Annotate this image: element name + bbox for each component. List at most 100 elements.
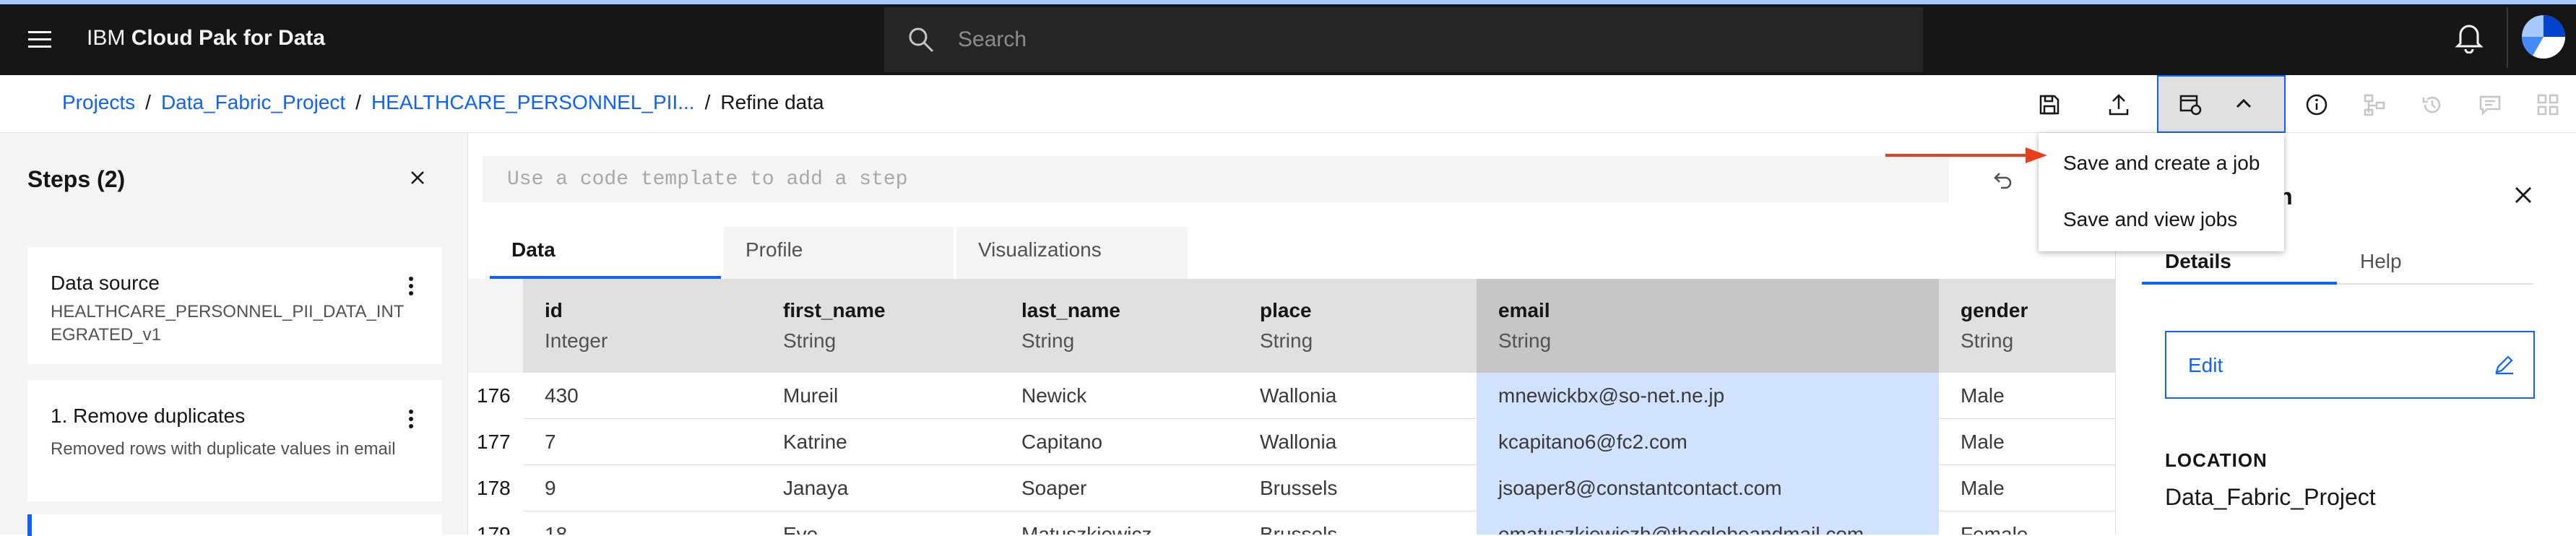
column-type: String: [1961, 329, 2014, 352]
annotation-arrow-icon: [1884, 144, 2050, 166]
row-number: 178: [468, 465, 523, 511]
product-brand[interactable]: IBM Cloud Pak for Data: [87, 26, 325, 51]
save-job-menu-button[interactable]: [2157, 75, 2286, 133]
table-cell[interactable]: Capitano: [1000, 419, 1238, 465]
column-name: id: [545, 299, 563, 321]
table-row[interactable]: 179 18 Eve Matuszkiewicz Brussels ematus…: [468, 511, 2115, 535]
undo-icon[interactable]: [1987, 163, 2015, 192]
save-job-dropdown: Save and create a job Save and view jobs: [2039, 133, 2284, 251]
step-title: Data source: [51, 272, 160, 294]
column-name: email: [1498, 299, 1550, 321]
column-header-email[interactable]: email String: [1477, 279, 1939, 373]
close-icon[interactable]: [405, 165, 431, 191]
column-header-gender[interactable]: gender String: [1939, 279, 2115, 373]
code-template-input[interactable]: [483, 156, 1949, 202]
table-cell[interactable]: Wallonia: [1238, 419, 1477, 465]
step-card-data-source[interactable]: Data source HEALTHCARE_PERSONNEL_PII_DAT…: [27, 247, 442, 364]
breadcrumb-projects[interactable]: Projects: [62, 91, 135, 113]
column-header-last-name[interactable]: last_name String: [1000, 279, 1238, 373]
export-icon[interactable]: [2102, 88, 2135, 121]
step-card-remove-duplicates[interactable]: 1. Remove duplicates Removed rows with d…: [27, 380, 442, 501]
comment-icon: [2473, 88, 2507, 121]
step-subtitle: HEALTHCARE_PERSONNEL_PII_DATA_INTEGRATED…: [51, 302, 405, 345]
column-type: String: [783, 329, 837, 352]
steps-title: Steps (2): [27, 166, 126, 192]
tab-data[interactable]: Data: [490, 227, 721, 279]
column-name: last_name: [1021, 299, 1120, 321]
notification-bell-icon[interactable]: [2455, 22, 2484, 53]
search-icon: [907, 26, 935, 53]
tab-profile[interactable]: Profile: [724, 227, 954, 279]
table-cell[interactable]: Soaper: [1000, 465, 1238, 511]
table-cell[interactable]: Katrine: [761, 419, 1000, 465]
column-type: String: [1260, 329, 1313, 352]
global-search[interactable]: [884, 7, 1923, 72]
table-cell[interactable]: Female: [1939, 511, 2115, 535]
row-number: 177: [468, 419, 523, 465]
info-icon[interactable]: [2300, 88, 2333, 121]
table-cell[interactable]: Newick: [1000, 373, 1238, 419]
tab-visualizations[interactable]: Visualizations: [956, 227, 1188, 279]
menu-item-save-and-view-jobs[interactable]: Save and view jobs: [2039, 192, 2284, 248]
table-cell[interactable]: 7: [523, 419, 761, 465]
table-cell[interactable]: Brussels: [1238, 511, 1477, 535]
column-type: Integer: [545, 329, 608, 352]
user-avatar[interactable]: [2520, 12, 2567, 62]
table-cell[interactable]: kcapitano6@fc2.com: [1477, 419, 1939, 465]
table-cell[interactable]: Male: [1939, 465, 2115, 511]
table-cell[interactable]: mnewickbx@so-net.ne.jp: [1477, 373, 1939, 419]
table-cell[interactable]: Eve: [761, 511, 1000, 535]
location-value: Data_Fabric_Project: [2165, 484, 2376, 510]
breadcrumb-separator: /: [704, 91, 711, 113]
row-number: 176: [468, 373, 523, 419]
table-row[interactable]: 178 9 Janaya Soaper Brussels jsoaper8@co…: [468, 465, 2115, 511]
column-type: String: [1498, 329, 1552, 352]
table-cell[interactable]: ematuszkiewiczh@theglobeandmail.com: [1477, 511, 1939, 535]
table-cell[interactable]: Male: [1939, 419, 2115, 465]
column-header-first-name[interactable]: first_name String: [761, 279, 1000, 373]
step-subtitle: Removed rows with duplicate values in em…: [51, 439, 396, 459]
close-icon[interactable]: [2509, 181, 2538, 209]
tab-help[interactable]: Help: [2337, 244, 2533, 285]
column-type: String: [1021, 329, 1075, 352]
data-grid: id Integer first_name String last_name S…: [468, 279, 2115, 535]
column-header-place[interactable]: place String: [1238, 279, 1477, 373]
overflow-menu-icon[interactable]: [400, 405, 422, 433]
flow-icon: [2358, 88, 2391, 121]
history-icon: [2416, 88, 2449, 121]
overflow-menu-icon[interactable]: [400, 272, 422, 301]
table-cell[interactable]: jsoaper8@constantcontact.com: [1477, 465, 1939, 511]
table-cell[interactable]: Janaya: [761, 465, 1000, 511]
column-name: first_name: [783, 299, 886, 321]
table-row[interactable]: 177 7 Katrine Capitano Wallonia kcapitan…: [468, 419, 2115, 465]
table-row[interactable]: 176 430 Mureil Newick Wallonia mnewickbx…: [468, 373, 2115, 419]
breadcrumb-separator: /: [355, 91, 361, 113]
column-name: place: [1260, 299, 1312, 321]
save-icon[interactable]: [2033, 88, 2066, 121]
table-cell[interactable]: Wallonia: [1238, 373, 1477, 419]
breadcrumb-project[interactable]: Data_Fabric_Project: [161, 91, 345, 113]
breadcrumb-asset[interactable]: HEALTHCARE_PERSONNEL_PII...: [371, 91, 695, 113]
column-header-id[interactable]: id Integer: [523, 279, 761, 373]
step-card-selected[interactable]: [27, 514, 442, 536]
settings-icon: [2531, 88, 2564, 121]
brand-ibm: IBM: [87, 26, 126, 50]
table-cell[interactable]: Male: [1939, 373, 2115, 419]
table-cell[interactable]: Mureil: [761, 373, 1000, 419]
table-cell[interactable]: Matuszkiewicz: [1000, 511, 1238, 535]
menu-item-save-and-create-job[interactable]: Save and create a job: [2039, 136, 2284, 192]
table-cell[interactable]: 430: [523, 373, 761, 419]
brand-product-name: Cloud Pak for Data: [131, 26, 326, 50]
search-input[interactable]: [956, 23, 1896, 56]
header-divider: [2507, 7, 2508, 68]
breadcrumb: Projects / Data_Fabric_Project / HEALTHCARE_…: [62, 91, 824, 114]
hamburger-menu-icon[interactable]: [22, 23, 58, 56]
step-title: 1. Remove duplicates: [51, 405, 246, 427]
table-cell[interactable]: 18: [523, 511, 761, 535]
column-name: gender: [1961, 299, 2028, 321]
table-cell[interactable]: 9: [523, 465, 761, 511]
breadcrumb-current: Refine data: [720, 91, 824, 113]
breadcrumb-separator: /: [145, 91, 151, 113]
table-cell[interactable]: Brussels: [1238, 465, 1477, 511]
edit-button[interactable]: Edit: [2165, 331, 2535, 399]
